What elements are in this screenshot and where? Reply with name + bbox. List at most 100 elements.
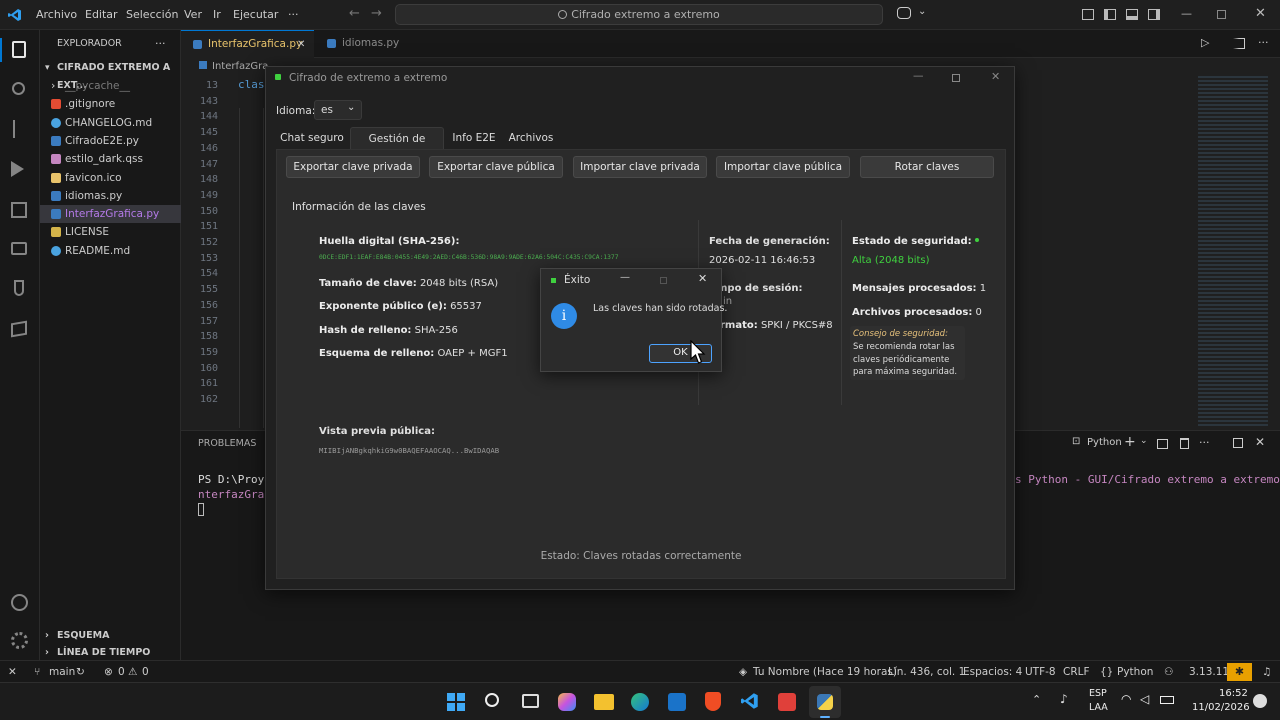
terminal-profile[interactable]: Python (1087, 437, 1122, 448)
kill-terminal-icon[interactable] (1180, 438, 1189, 449)
minimize-icon[interactable]: — (1181, 7, 1192, 20)
split-editor-icon[interactable] (1233, 38, 1245, 49)
warning-count[interactable]: 0 (142, 661, 149, 683)
clock-date[interactable]: 11/02/2026 (1192, 702, 1250, 713)
cursor-position[interactable]: Lín. 436, col. 1 (888, 661, 965, 683)
language-code[interactable]: ESP (1089, 688, 1107, 699)
source-control-icon[interactable] (13, 120, 17, 138)
chevron-down-icon[interactable]: ⌄ (1140, 436, 1148, 446)
command-center[interactable]: Cifrado extremo a extremo (395, 4, 883, 25)
explorer-icon[interactable] (12, 41, 26, 58)
file-explorer-icon[interactable] (594, 694, 614, 710)
error-count[interactable]: 0 (118, 661, 125, 683)
menu-archivo[interactable]: Archivo (36, 0, 77, 30)
remote-icon[interactable]: ✕ (8, 661, 17, 683)
search-icon[interactable] (12, 82, 25, 95)
copilot-chevron-icon[interactable]: ⌄ (918, 6, 926, 17)
menu-ejecutar[interactable]: Ejecutar (233, 0, 278, 30)
settings-gear-icon[interactable] (11, 632, 28, 649)
outlook-icon[interactable] (668, 693, 686, 711)
wifi-icon[interactable]: ◠ (1121, 692, 1131, 706)
task-view-icon[interactable] (522, 694, 539, 708)
back-arrow-icon[interactable]: ← (349, 6, 360, 21)
file-tree-item[interactable]: LICENSE (40, 223, 181, 241)
dialog-minimize-icon[interactable]: — (620, 272, 630, 283)
language-mode[interactable]: Python (1117, 661, 1153, 683)
tab-gestion-claves[interactable]: Gestión de claves (350, 127, 444, 167)
clock-time[interactable]: 16:52 (1219, 688, 1248, 699)
brave-icon[interactable] (705, 692, 721, 711)
folder-header[interactable]: ▾ CIFRADO EXTREMO A EXT... (40, 59, 181, 91)
python-app-active[interactable] (809, 686, 841, 718)
app-maximize-icon[interactable] (952, 74, 960, 82)
edge-icon[interactable] (631, 693, 649, 711)
file-tree-item[interactable]: InterfazGrafica.py (40, 205, 181, 224)
toggle-panel-icon[interactable] (1126, 9, 1138, 20)
menu-ir[interactable]: Ir (213, 0, 221, 30)
panel-more-icon[interactable]: ··· (1199, 436, 1210, 449)
testing-icon[interactable] (14, 280, 24, 296)
panel-tab-problems[interactable]: PROBLEMAS (198, 438, 256, 449)
line-ending[interactable]: CRLF (1063, 661, 1090, 683)
notification-center-icon[interactable] (1253, 694, 1267, 708)
maximize-panel-icon[interactable] (1233, 438, 1243, 448)
split-terminal-icon[interactable] (1157, 439, 1168, 449)
tab-close-icon[interactable]: ✕ (297, 31, 305, 58)
file-tree-item[interactable]: CifradoE2E.py (40, 132, 181, 150)
run-debug-icon[interactable] (11, 161, 24, 177)
file-tree-item[interactable]: .gitignore (40, 95, 181, 113)
vscode-app-icon[interactable] (741, 692, 759, 710)
battery-icon[interactable] (1160, 696, 1174, 704)
file-tree-item[interactable]: › __pycache__ (40, 77, 181, 95)
toggle-secondary-icon[interactable] (1148, 9, 1160, 20)
editor-more-button[interactable]: ··· (1258, 36, 1269, 49)
volume-icon[interactable]: ◁ (1140, 692, 1149, 706)
rotate-keys-button[interactable]: Rotar claves (860, 156, 994, 178)
tab-chat-seguro[interactable]: Chat seguro (276, 127, 348, 149)
export-private-key-button[interactable]: Exportar clave privada (286, 156, 420, 178)
indentation[interactable]: Espacios: 4 (963, 661, 1022, 683)
red-app-icon[interactable] (778, 693, 796, 711)
sync-icon[interactable]: ↻ (76, 661, 85, 683)
run-python-icon[interactable]: ▷ (1201, 36, 1209, 49)
region-code[interactable]: LAA (1089, 702, 1108, 713)
maximize-icon[interactable] (1217, 10, 1226, 19)
copilot-status-icon[interactable]: ⚇ (1164, 661, 1173, 683)
account-icon[interactable] (11, 594, 28, 611)
bell-icon[interactable]: ♫ (1262, 661, 1271, 683)
containers-icon[interactable] (11, 320, 27, 338)
menu-editar[interactable]: Editar (85, 0, 118, 30)
start-icon[interactable] (447, 693, 465, 711)
python-version[interactable]: 3.13.11 (1189, 661, 1229, 683)
outline-section[interactable]: › ESQUEMA (40, 627, 181, 645)
dialog-close-icon[interactable]: ✕ (698, 272, 707, 285)
app-minimize-icon[interactable]: — (913, 70, 924, 82)
language-select[interactable]: es ⌄ (314, 100, 362, 120)
copilot-icon[interactable] (897, 7, 911, 19)
remote-explorer-icon[interactable] (11, 242, 27, 255)
notification-button[interactable]: ✱ (1227, 663, 1252, 681)
forward-arrow-icon[interactable]: → (371, 6, 382, 21)
minimap[interactable] (1198, 76, 1268, 426)
file-tree-item[interactable]: estilo_dark.qss (40, 150, 181, 168)
explorer-more-button[interactable]: ··· (155, 37, 166, 50)
new-terminal-icon[interactable]: + (1124, 434, 1136, 450)
encoding[interactable]: UTF-8 (1025, 661, 1056, 683)
copilot-app-icon[interactable] (558, 693, 576, 711)
layout-icon[interactable] (1082, 9, 1094, 20)
menu-ver[interactable]: Ver (184, 0, 202, 30)
import-public-key-button[interactable]: Importar clave pública (716, 156, 850, 178)
menu-seleccion[interactable]: Selección (126, 0, 178, 30)
file-tree-item[interactable]: CHANGELOG.md (40, 114, 181, 132)
file-tree-item[interactable]: idiomas.py (40, 187, 181, 205)
tab-interfazgrafica[interactable]: InterfazGrafica.py ✕ (181, 30, 314, 58)
app-close-icon[interactable]: ✕ (991, 70, 1000, 83)
file-tree-item[interactable]: README.md (40, 242, 181, 260)
tab-info-e2e[interactable]: Info E2E (448, 127, 500, 149)
close-icon[interactable]: ✕ (1255, 6, 1266, 21)
file-tree-item[interactable]: favicon.ico (40, 169, 181, 187)
search-icon[interactable] (485, 693, 499, 707)
extensions-icon[interactable] (11, 202, 27, 218)
tray-chevron-up-icon[interactable]: ⌃ (1032, 693, 1041, 706)
toggle-sidebar-icon[interactable] (1104, 9, 1116, 20)
